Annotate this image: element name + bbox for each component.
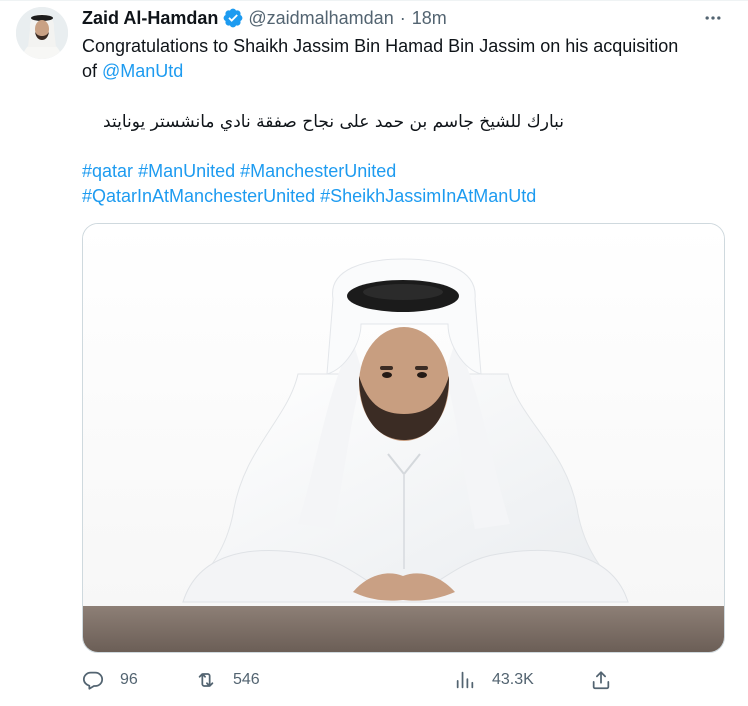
tweet-text-arabic: نبارك للشيخ جاسم بن حمد على نجاح صفقة نا… — [103, 112, 564, 132]
tweet-text-line-2: of @ManUtd — [82, 59, 183, 84]
tweet-photo[interactable] — [82, 223, 725, 653]
tweet-text-line-1: Congratulations to Shaikh Jassim Bin Ham… — [82, 36, 679, 56]
tweet-actions: 96 546 43.3K — [82, 663, 642, 697]
author-name[interactable]: Zaid Al-Hamdan — [82, 8, 218, 29]
retweet-button[interactable]: 546 — [195, 663, 260, 697]
avatar-image — [16, 7, 68, 59]
retweet-icon — [198, 673, 214, 687]
hashtag-row-2: #QatarInAtManchesterUnited #SheikhJassim… — [82, 184, 536, 209]
hashtag-link[interactable]: #QatarInAtManchesterUnited — [82, 186, 315, 206]
share-icon — [592, 671, 610, 690]
tweet-text-prefix: of — [82, 61, 103, 81]
reply-button[interactable]: 96 — [82, 663, 138, 697]
views-count: 43.3K — [492, 671, 534, 688]
tweet-header: Zaid Al-Hamdan @zaidmalhamdan · 18m — [82, 7, 447, 29]
more-icon[interactable] — [700, 7, 726, 29]
hashtag-link[interactable]: #SheikhJassimInAtManUtd — [320, 186, 536, 206]
tweet[interactable]: Zaid Al-Hamdan @zaidmalhamdan · 18m Cong… — [0, 0, 748, 706]
mention-link[interactable]: @ManUtd — [102, 61, 183, 81]
verified-icon — [222, 7, 244, 29]
hashtag-link[interactable]: #qatar — [82, 161, 133, 181]
retweet-count: 546 — [233, 671, 260, 688]
views-icon — [456, 671, 474, 689]
avatar[interactable] — [16, 7, 68, 59]
hashtag-link[interactable]: #ManchesterUnited — [240, 161, 396, 181]
hashtag-row-1: #qatar #ManUnited #ManchesterUnited — [82, 159, 396, 184]
separator-dot: · — [399, 7, 406, 28]
views-button[interactable]: 43.3K — [454, 663, 534, 697]
portrait-photo — [83, 224, 724, 652]
author-handle[interactable]: @zaidmalhamdan — [248, 8, 393, 29]
tweet-timestamp[interactable]: 18m — [412, 8, 447, 29]
hashtag-link[interactable]: #ManUnited — [138, 161, 235, 181]
reply-icon — [82, 671, 104, 690]
share-button[interactable] — [590, 663, 612, 697]
reply-count: 96 — [120, 671, 138, 688]
